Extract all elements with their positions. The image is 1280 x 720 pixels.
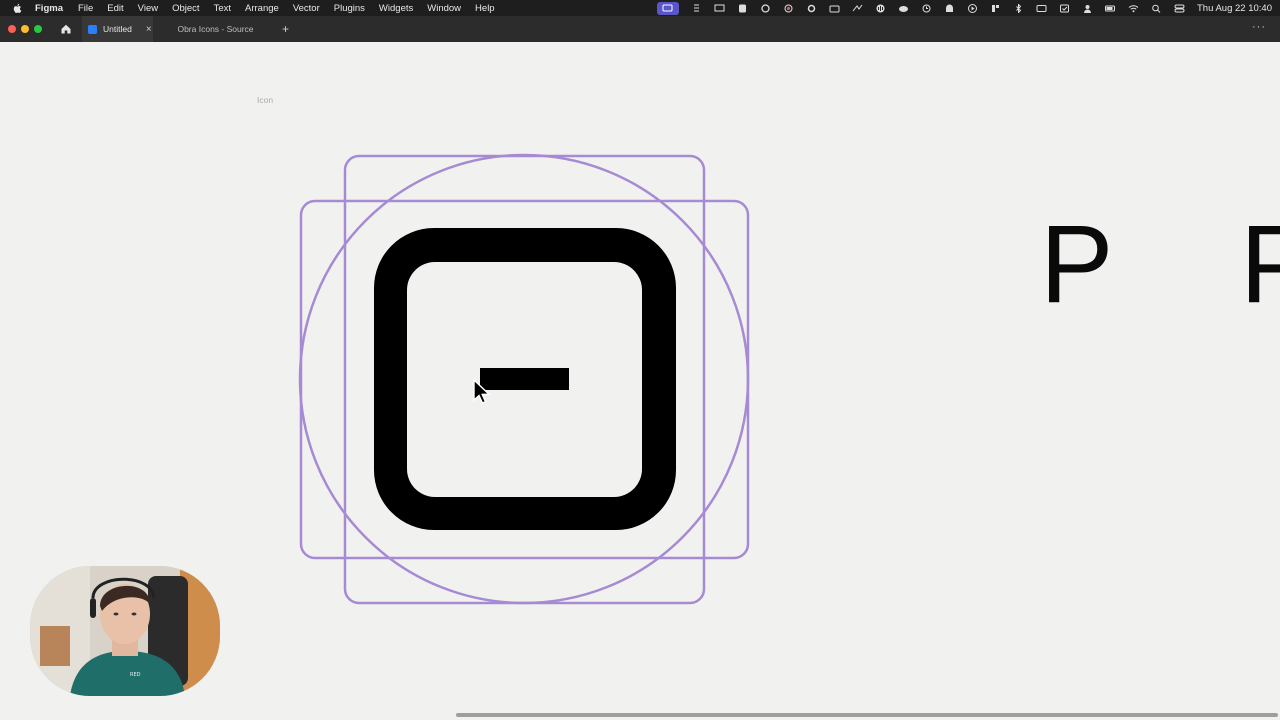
bluetooth-icon[interactable] bbox=[1013, 3, 1024, 13]
menu-plugins[interactable]: Plugins bbox=[334, 3, 365, 14]
window-controls bbox=[8, 25, 47, 33]
grid-icon[interactable] bbox=[990, 4, 1001, 13]
letter-glyph[interactable]: P bbox=[1040, 210, 1113, 320]
app-status-icon[interactable] bbox=[737, 4, 748, 13]
letter-glyph[interactable]: P bbox=[1240, 210, 1280, 320]
presenter-video-image: RED bbox=[30, 566, 220, 696]
menu-vector[interactable]: Vector bbox=[293, 3, 320, 14]
minimize-window-button[interactable] bbox=[21, 25, 29, 33]
security-check-icon[interactable] bbox=[1059, 4, 1070, 13]
menu-object[interactable]: Object bbox=[172, 3, 199, 14]
search-icon[interactable] bbox=[1151, 4, 1162, 13]
mouse-cursor-icon bbox=[473, 379, 491, 404]
menu-bar-clock[interactable]: Thu Aug 22 10:40 bbox=[1197, 3, 1272, 14]
menu-widgets[interactable]: Widgets bbox=[379, 3, 413, 14]
play-icon[interactable] bbox=[967, 3, 978, 13]
control-center-icon[interactable] bbox=[1174, 4, 1185, 13]
sync-icon[interactable] bbox=[760, 3, 771, 13]
webcam-overlay: RED bbox=[30, 566, 220, 696]
new-tab-button[interactable]: + bbox=[282, 22, 289, 36]
gear-status-icon[interactable] bbox=[806, 4, 817, 13]
svg-text:RED: RED bbox=[130, 672, 141, 678]
menu-arrange[interactable]: Arrange bbox=[245, 3, 279, 14]
display-icon[interactable] bbox=[714, 4, 725, 13]
keyboard-icon[interactable] bbox=[1036, 4, 1047, 13]
menu-text[interactable]: Text bbox=[214, 3, 231, 14]
notes-icon[interactable] bbox=[691, 4, 702, 13]
screen-recording-icon[interactable] bbox=[656, 1, 679, 15]
audio-wave-icon[interactable] bbox=[875, 4, 886, 13]
close-tab-icon[interactable]: × bbox=[146, 24, 152, 35]
home-icon[interactable] bbox=[60, 23, 72, 35]
system-menu-bar: Figma File Edit View Object Text Arrange… bbox=[0, 0, 1280, 16]
more-options-button[interactable]: ··· bbox=[1252, 21, 1266, 33]
app-menu-figma[interactable]: Figma bbox=[35, 3, 63, 14]
figma-file-icon bbox=[88, 24, 97, 34]
user-icon[interactable] bbox=[1082, 4, 1093, 13]
status-bar-icons: Thu Aug 22 10:40 bbox=[656, 0, 1272, 16]
tab-obra-icons-source[interactable]: Obra Icons - Source bbox=[153, 16, 278, 42]
ghost-icon[interactable] bbox=[944, 4, 955, 13]
close-window-button[interactable] bbox=[8, 25, 16, 33]
minus-bar-shape bbox=[480, 368, 569, 390]
tab-label: Obra Icons - Source bbox=[177, 24, 254, 34]
shuffle-icon[interactable] bbox=[852, 4, 863, 13]
cloud-icon[interactable] bbox=[898, 4, 909, 13]
menu-edit[interactable]: Edit bbox=[107, 3, 123, 14]
menu-help[interactable]: Help bbox=[475, 3, 495, 14]
menu-view[interactable]: View bbox=[138, 3, 158, 14]
battery-icon[interactable] bbox=[1104, 4, 1116, 13]
menu-file[interactable]: File bbox=[78, 3, 93, 14]
maximize-window-button[interactable] bbox=[34, 25, 42, 33]
camera-icon[interactable] bbox=[829, 4, 840, 13]
record-icon[interactable] bbox=[783, 4, 794, 13]
tab-label: Untitled bbox=[103, 24, 132, 34]
apple-logo-icon[interactable] bbox=[12, 3, 24, 14]
tab-untitled[interactable]: Untitled × bbox=[82, 16, 153, 42]
horizontal-scrollbar[interactable] bbox=[456, 713, 1278, 717]
figma-tab-bar: Untitled × Obra Icons - Source + ··· bbox=[0, 16, 1280, 42]
time-machine-icon[interactable] bbox=[921, 4, 932, 13]
menu-window[interactable]: Window bbox=[427, 3, 461, 14]
wifi-icon[interactable] bbox=[1128, 4, 1139, 13]
